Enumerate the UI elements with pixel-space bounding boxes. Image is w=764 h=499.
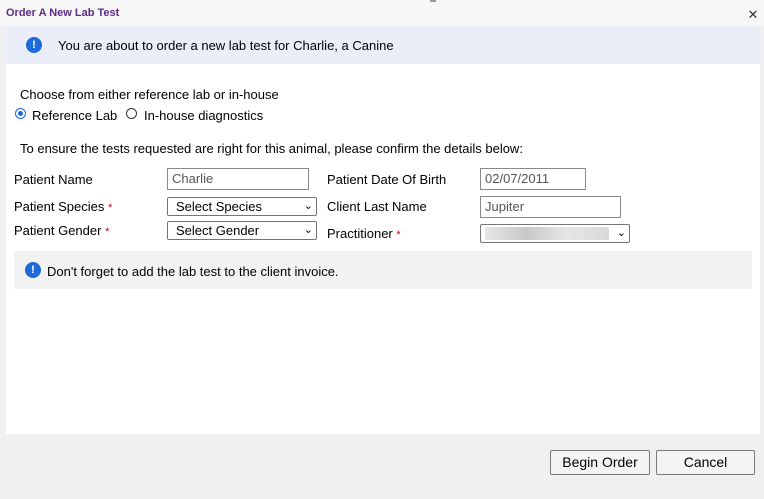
confirm-text: To ensure the tests requested are right … xyxy=(20,141,523,156)
dialog-content: ! You are about to order a new lab test … xyxy=(6,26,760,434)
dob-field[interactable]: 02/07/2011 xyxy=(480,168,586,190)
client-last-name-field[interactable]: Jupiter xyxy=(480,196,621,218)
required-marker: * xyxy=(396,229,401,241)
redacted-value xyxy=(485,227,609,240)
species-label: Patient Species * xyxy=(14,199,113,214)
chevron-down-icon: ⌄ xyxy=(303,200,313,212)
info-icon: ! xyxy=(26,37,42,53)
cancel-button[interactable]: Cancel xyxy=(656,450,755,475)
practitioner-select[interactable]: ⌄ xyxy=(480,224,630,243)
invoice-notice: ! Don't forget to add the lab test to th… xyxy=(14,251,752,289)
dob-label: Patient Date Of Birth xyxy=(327,172,447,187)
gender-select[interactable]: Select Gender ⌄ xyxy=(167,221,317,240)
title-bar: Order A New Lab Test ✕ xyxy=(0,0,764,26)
chevron-down-icon: ⌄ xyxy=(616,227,626,239)
gender-label: Patient Gender * xyxy=(14,223,110,238)
required-marker: * xyxy=(107,202,113,214)
required-marker: * xyxy=(105,226,110,238)
patient-name-label: Patient Name xyxy=(14,172,93,187)
patient-name-field[interactable]: Charlie xyxy=(167,168,309,190)
client-last-name-label: Client Last Name xyxy=(327,199,427,214)
notice-text: Don't forget to add the lab test to the … xyxy=(47,264,339,279)
reference-lab-label[interactable]: Reference Lab xyxy=(32,108,117,123)
begin-order-button[interactable]: Begin Order xyxy=(550,450,650,475)
chevron-down-icon: ⌄ xyxy=(303,224,313,236)
dialog-title: Order A New Lab Test xyxy=(6,7,120,19)
in-house-label[interactable]: In-house diagnostics xyxy=(144,108,263,123)
info-banner: ! You are about to order a new lab test … xyxy=(6,26,760,64)
reference-lab-radio[interactable] xyxy=(15,108,26,119)
practitioner-label: Practitioner * xyxy=(327,226,401,241)
species-select[interactable]: Select Species ⌄ xyxy=(167,197,317,216)
resize-grip xyxy=(430,0,436,2)
lab-choice-prompt: Choose from either reference lab or in-h… xyxy=(20,87,279,102)
info-icon: ! xyxy=(25,262,41,278)
close-icon[interactable]: ✕ xyxy=(746,8,760,22)
in-house-radio[interactable] xyxy=(126,108,137,119)
banner-text: You are about to order a new lab test fo… xyxy=(58,38,394,53)
